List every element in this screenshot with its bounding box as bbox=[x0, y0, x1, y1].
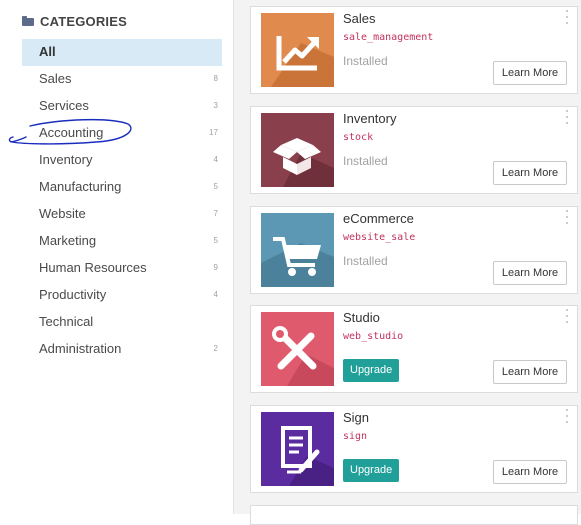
categories-header-label: CATEGORIES bbox=[40, 13, 127, 29]
app-card-inventory[interactable]: Inventory stock Installed Learn More bbox=[250, 106, 578, 194]
app-card-partial[interactable] bbox=[250, 505, 578, 525]
category-item-administration[interactable]: Administration 2 bbox=[22, 336, 222, 363]
app-card-ecommerce[interactable]: eCommerce website_sale Installed Learn M… bbox=[250, 206, 578, 294]
category-item-sales[interactable]: Sales 8 bbox=[22, 66, 222, 93]
category-label: Administration bbox=[39, 341, 122, 356]
category-label: Productivity bbox=[39, 287, 107, 302]
category-item-services[interactable]: Services 3 bbox=[22, 93, 222, 120]
app-technical-name: web_studio bbox=[343, 331, 404, 342]
category-label: Services bbox=[39, 98, 89, 113]
learn-more-button[interactable]: Learn More bbox=[493, 161, 567, 185]
app-card-sales[interactable]: Sales sale_management Installed Learn Mo… bbox=[250, 6, 578, 94]
category-label: Inventory bbox=[39, 152, 93, 167]
categories-header: CATEGORIES bbox=[22, 12, 127, 30]
shopping-cart-icon bbox=[261, 213, 334, 287]
category-label: Website bbox=[39, 206, 86, 221]
folder-icon bbox=[22, 16, 34, 26]
category-count: 17 bbox=[209, 128, 218, 137]
category-count: 7 bbox=[213, 209, 218, 218]
learn-more-button[interactable]: Learn More bbox=[493, 61, 567, 85]
app-title: Inventory bbox=[343, 111, 397, 126]
category-count: 4 bbox=[213, 155, 218, 164]
tools-icon bbox=[261, 312, 334, 386]
learn-more-button[interactable]: Learn More bbox=[493, 460, 567, 484]
category-label: Marketing bbox=[39, 233, 97, 248]
app-title: Sales bbox=[343, 11, 376, 26]
category-count: 4 bbox=[213, 290, 218, 299]
upgrade-button[interactable]: Upgrade bbox=[343, 459, 400, 482]
category-label: Human Resources bbox=[39, 260, 147, 275]
app-title: Sign bbox=[343, 410, 370, 425]
app-card-studio[interactable]: Studio web_studio Upgrade Learn More bbox=[250, 305, 578, 393]
sales-chart-icon bbox=[261, 13, 334, 87]
category-item-marketing[interactable]: Marketing 5 bbox=[22, 228, 222, 255]
app-title: Studio bbox=[343, 310, 380, 325]
category-sidebar: CATEGORIES All Sales 8 Services 3 Accoun… bbox=[0, 0, 232, 514]
apps-kanban: Sales sale_management Installed Learn Mo… bbox=[234, 0, 581, 525]
category-item-inventory[interactable]: Inventory 4 bbox=[22, 147, 222, 174]
app-technical-name: sign bbox=[343, 431, 368, 442]
category-label: All bbox=[39, 44, 56, 59]
category-list: All Sales 8 Services 3 Accounting 17 Inv… bbox=[22, 39, 222, 363]
app-status: Installed bbox=[343, 154, 388, 168]
app-technical-name: stock bbox=[343, 132, 374, 143]
category-item-technical[interactable]: Technical bbox=[22, 309, 222, 336]
category-label: Manufacturing bbox=[39, 179, 122, 194]
learn-more-button[interactable]: Learn More bbox=[493, 261, 567, 285]
app-card-sign[interactable]: Sign sign Upgrade Learn More bbox=[250, 405, 578, 493]
inventory-box-icon bbox=[261, 113, 334, 187]
category-item-manufacturing[interactable]: Manufacturing 5 bbox=[22, 174, 222, 201]
app-status: Installed bbox=[343, 54, 388, 68]
learn-more-button[interactable]: Learn More bbox=[493, 360, 567, 384]
category-count: 3 bbox=[213, 101, 218, 110]
sign-document-icon bbox=[261, 412, 334, 486]
app-technical-name: sale_management bbox=[343, 32, 434, 43]
category-count: 9 bbox=[213, 263, 218, 272]
more-options-icon[interactable] bbox=[565, 110, 569, 124]
category-count: 8 bbox=[213, 74, 218, 83]
more-options-icon[interactable] bbox=[565, 409, 569, 423]
category-item-human-resources[interactable]: Human Resources 9 bbox=[22, 255, 222, 282]
more-options-icon[interactable] bbox=[565, 210, 569, 224]
app-title: eCommerce bbox=[343, 211, 414, 226]
category-item-productivity[interactable]: Productivity 4 bbox=[22, 282, 222, 309]
category-label: Technical bbox=[39, 314, 94, 329]
category-label: Sales bbox=[39, 71, 72, 86]
category-count: 5 bbox=[213, 182, 218, 191]
category-item-website[interactable]: Website 7 bbox=[22, 201, 222, 228]
category-item-accounting[interactable]: Accounting 17 bbox=[22, 120, 222, 147]
more-options-icon[interactable] bbox=[565, 10, 569, 24]
more-options-icon[interactable] bbox=[565, 309, 569, 323]
category-count: 5 bbox=[213, 236, 218, 245]
category-label: Accounting bbox=[39, 125, 104, 140]
category-count: 2 bbox=[213, 344, 218, 353]
app-status: Installed bbox=[343, 254, 388, 268]
app-technical-name: website_sale bbox=[343, 232, 416, 243]
upgrade-button[interactable]: Upgrade bbox=[343, 359, 400, 382]
category-item-all[interactable]: All bbox=[22, 39, 222, 66]
